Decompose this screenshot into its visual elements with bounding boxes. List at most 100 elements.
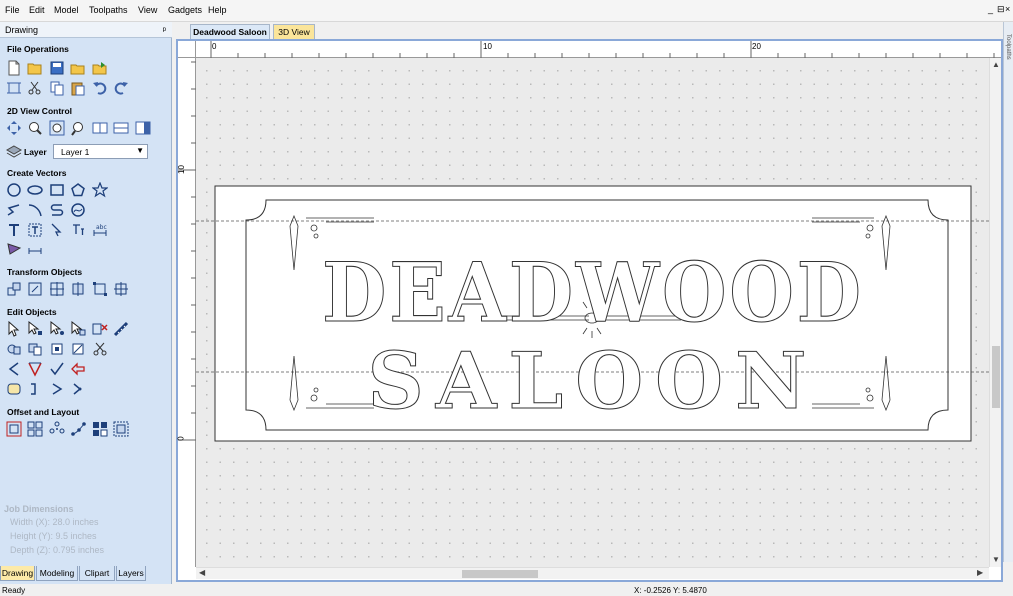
close-vector-icon[interactable] [49, 381, 65, 397]
node-edit-icon[interactable] [27, 321, 43, 337]
redo-icon[interactable] [113, 80, 129, 96]
ellipse-icon[interactable] [27, 182, 43, 198]
spiral-icon[interactable] [49, 202, 65, 218]
align-icon[interactable] [70, 281, 86, 297]
open-vector-icon[interactable] [6, 361, 22, 377]
vertical-scroll-thumb[interactable] [992, 346, 1000, 408]
draw-tool-icon[interactable] [6, 241, 22, 257]
open-folder-2-icon[interactable] [70, 60, 86, 76]
toolpaths-side-tab[interactable]: Toolpaths [1003, 22, 1013, 562]
undo-icon[interactable] [92, 80, 108, 96]
auto-layout-icon[interactable] [113, 421, 129, 437]
star-icon[interactable] [92, 182, 108, 198]
drawing-canvas[interactable]: DEADWOOD SALOON [196, 58, 989, 567]
fillet-icon[interactable] [27, 361, 43, 377]
intersect-icon[interactable] [49, 341, 65, 357]
rounded-rect-icon[interactable] [6, 381, 22, 397]
menu-gadgets[interactable]: Gadgets [168, 5, 202, 15]
menu-file[interactable]: File [5, 5, 20, 15]
copy-icon[interactable] [49, 80, 65, 96]
cut-icon[interactable] [27, 80, 43, 96]
measure-tool-icon[interactable] [113, 321, 129, 337]
rotate-icon[interactable] [27, 281, 43, 297]
design-line-2: SALOON [368, 336, 819, 427]
job-setup-icon[interactable] [6, 80, 22, 96]
select-icon[interactable] [6, 321, 22, 337]
rectangle-icon[interactable] [49, 182, 65, 198]
join-vector-icon[interactable] [70, 381, 86, 397]
center-icon[interactable] [113, 281, 129, 297]
tab-clipart[interactable]: Clipart [79, 566, 115, 581]
horizontal-scroll-thumb[interactable] [462, 570, 538, 578]
tab-3d-view[interactable]: 3D View [273, 24, 315, 39]
ruler-h-label-10: 10 [483, 42, 492, 51]
restore-button[interactable]: ⊟ [997, 4, 1005, 15]
menu-bar: File Edit Model Toolpaths View Gadgets H… [0, 0, 1013, 22]
scroll-down-icon[interactable]: ▼ [992, 555, 1000, 564]
zoom-extents-icon[interactable] [49, 120, 65, 136]
vertical-scrollbar[interactable]: ▲ ▼ [989, 58, 1001, 567]
trim-icon[interactable] [70, 341, 86, 357]
measure-icon[interactable] [27, 241, 43, 257]
text-on-curve-icon[interactable] [27, 222, 43, 238]
tab-modeling[interactable]: Modeling [36, 566, 78, 581]
scroll-right-icon[interactable]: ▶ [977, 568, 983, 577]
zoom-icon[interactable] [70, 120, 86, 136]
arrow-shape-icon[interactable] [70, 361, 86, 377]
paste-icon[interactable] [70, 80, 86, 96]
copy-along-vector-icon[interactable] [70, 421, 86, 437]
tab-deadwood-saloon[interactable]: Deadwood Saloon [190, 24, 270, 39]
arc-icon[interactable] [27, 202, 43, 218]
horizontal-ruler: 0 10 20 [196, 41, 1001, 58]
subtract-icon[interactable] [27, 341, 43, 357]
scroll-up-icon[interactable]: ▲ [992, 60, 1000, 69]
layer-dropdown[interactable]: Layer 1 ▼ [53, 144, 148, 159]
interactive-select-icon[interactable] [49, 321, 65, 337]
move-icon[interactable] [6, 281, 22, 297]
dimension-icon[interactable]: abc [92, 222, 108, 238]
circle-icon[interactable] [6, 182, 22, 198]
minimize-button[interactable]: _ [988, 4, 993, 14]
offset-icon[interactable] [6, 421, 22, 437]
bracket-icon[interactable] [27, 381, 43, 397]
tab-layers[interactable]: Layers [116, 566, 146, 581]
save-icon[interactable] [49, 60, 65, 76]
text-arc-icon[interactable] [70, 222, 86, 238]
mirror-icon[interactable] [49, 281, 65, 297]
delete-select-icon[interactable] [92, 321, 108, 337]
tab-drawing[interactable]: Drawing [0, 566, 35, 581]
open-folder-icon[interactable] [27, 60, 43, 76]
split-view-2-icon[interactable] [113, 120, 129, 136]
import-icon[interactable] [92, 60, 108, 76]
extend-icon[interactable] [49, 361, 65, 377]
zoom-box-icon[interactable] [27, 120, 43, 136]
polyline-icon[interactable] [6, 202, 22, 218]
text-icon[interactable] [6, 222, 22, 238]
menu-toolpaths[interactable]: Toolpaths [89, 5, 128, 15]
ruler-corner [178, 41, 196, 58]
nesting-icon[interactable] [92, 421, 108, 437]
new-file-icon[interactable] [6, 60, 22, 76]
menu-help[interactable]: Help [208, 5, 227, 15]
horizontal-scrollbar[interactable]: ◀ ▶ [196, 567, 989, 579]
similar-select-icon[interactable] [70, 321, 86, 337]
pin-icon[interactable]: ᵖ [163, 25, 166, 35]
scroll-left-icon[interactable]: ◀ [199, 568, 205, 577]
menu-edit[interactable]: Edit [29, 5, 45, 15]
menu-view[interactable]: View [138, 5, 157, 15]
scale-icon[interactable] [92, 281, 108, 297]
close-button[interactable]: × [1005, 4, 1010, 14]
toggle-panel-icon[interactable] [135, 120, 151, 136]
job-height: Height (Y): 9.5 inches [10, 531, 97, 541]
split-view-icon[interactable] [92, 120, 108, 136]
drawing-panel: Drawing ᵖ File Operations 2D View Contro… [0, 22, 172, 596]
circular-array-icon[interactable] [49, 421, 65, 437]
array-copy-icon[interactable] [27, 421, 43, 437]
polygon-icon[interactable] [70, 182, 86, 198]
scissors-icon[interactable] [92, 341, 108, 357]
curve-fit-icon[interactable] [70, 202, 86, 218]
menu-model[interactable]: Model [54, 5, 79, 15]
weld-icon[interactable] [6, 341, 22, 357]
auto-layout-text-icon[interactable] [49, 222, 65, 238]
pan-icon[interactable] [6, 120, 22, 136]
